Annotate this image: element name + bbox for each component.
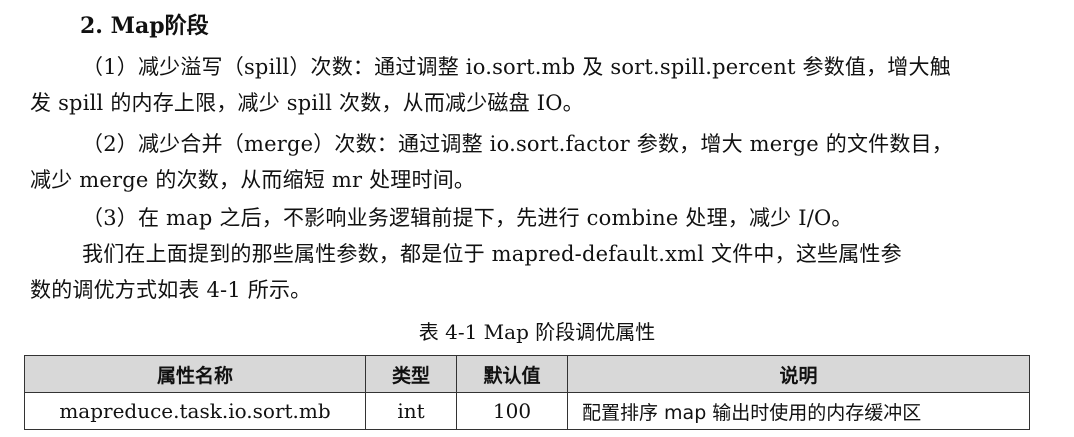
paragraph-spill: （1）减少溢写（spill）次数：通过调整 io.sort.mb 及 sort.… bbox=[30, 49, 1035, 121]
column-header-description: 说明 bbox=[567, 355, 1030, 393]
column-header-default: 默认值 bbox=[456, 355, 568, 393]
column-header-type: 类型 bbox=[365, 355, 457, 393]
column-header-name: 属性名称 bbox=[24, 355, 366, 393]
cell-property-name: mapreduce.task.io.sort.mb bbox=[24, 392, 366, 430]
paragraph-line: （1）减少溢写（spill）次数：通过调整 io.sort.mb 及 sort.… bbox=[82, 55, 951, 79]
cell-type: int bbox=[365, 392, 457, 430]
table-caption: 表 4-1 Map 阶段调优属性 bbox=[418, 320, 656, 344]
properties-table: 属性名称 类型 默认值 说明 mapreduce.task.io.sort.mb… bbox=[24, 355, 1030, 430]
paragraph-line: 我们在上面提到的那些属性参数，都是位于 mapred-default.xml 文… bbox=[82, 242, 902, 266]
cell-description: 配置排序 map 输出时使用的内存缓冲区 bbox=[567, 392, 1030, 430]
table-header-row: 属性名称 类型 默认值 说明 bbox=[24, 355, 1030, 393]
paragraph-summary: 我们在上面提到的那些属性参数，都是位于 mapred-default.xml 文… bbox=[30, 236, 1035, 308]
paragraph-line: （3）在 map 之后，不影响业务逻辑前提下，先进行 combine 处理，减少… bbox=[82, 206, 853, 230]
paragraph-line: 减少 merge 的次数，从而缩短 mr 处理时间。 bbox=[30, 168, 476, 192]
paragraph-line: 发 spill 的内存上限，减少 spill 次数，从而减少磁盘 IO。 bbox=[30, 91, 584, 115]
paragraph-line: 数的调优方式如表 4-1 所示。 bbox=[30, 278, 312, 302]
section-heading: 2. Map阶段 bbox=[80, 13, 209, 39]
paragraph-line: （2）减少合并（merge）次数：通过调整 io.sort.factor 参数，… bbox=[82, 132, 953, 156]
paragraph-merge: （2）减少合并（merge）次数：通过调整 io.sort.factor 参数，… bbox=[30, 126, 1035, 198]
cell-default-value: 100 bbox=[456, 392, 568, 430]
paragraph-combine: （3）在 map 之后，不影响业务逻辑前提下，先进行 combine 处理，减少… bbox=[30, 200, 1035, 236]
table-row: mapreduce.task.io.sort.mb int 100 配置排序 m… bbox=[24, 392, 1030, 430]
